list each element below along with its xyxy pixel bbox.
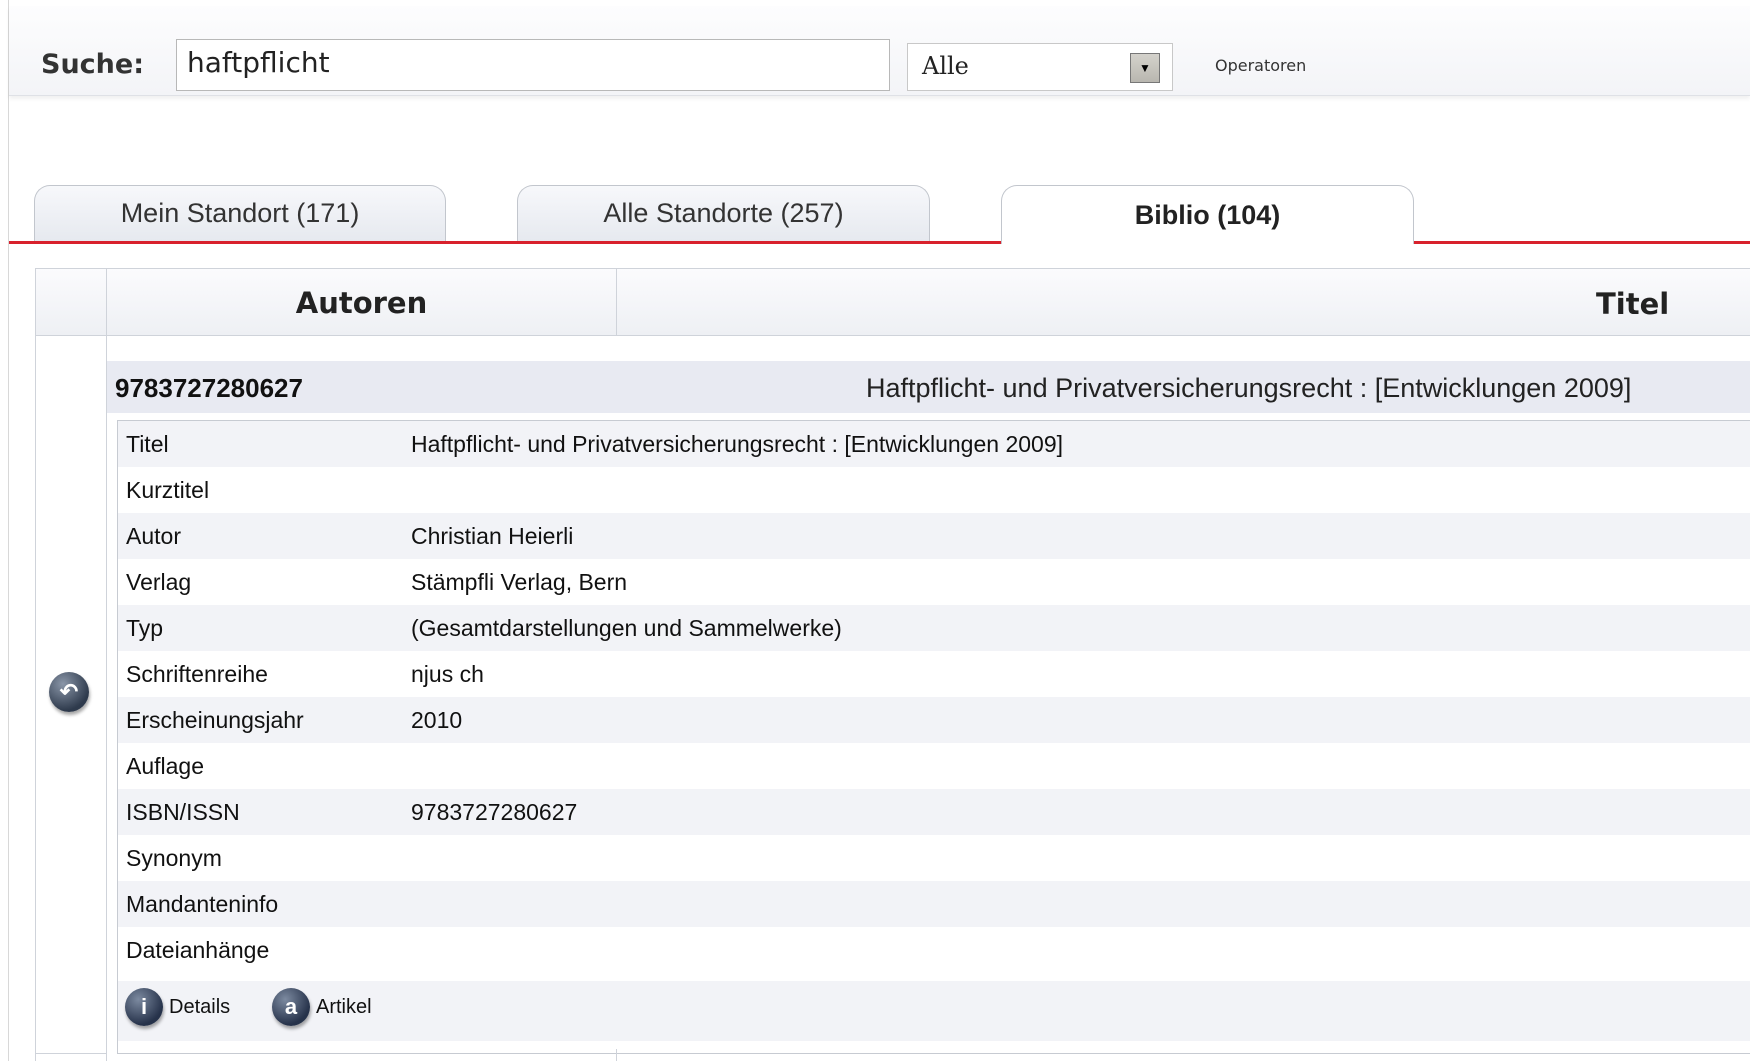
detail-value: njus ch (411, 661, 484, 687)
results-table: Autoren Titel ↶ 9783727280627 Haftpflich… (35, 268, 1750, 1061)
tab-alle-standorte[interactable]: Alle Standorte (257) (517, 185, 930, 241)
column-divider-bottom (616, 1049, 617, 1061)
search-label: Suche: (41, 49, 145, 80)
record-id: 9783727280627 (115, 373, 303, 403)
detail-value: Christian Heierli (411, 523, 574, 549)
detail-value: (Gesamtdarstellungen und Sammelwerke) (411, 615, 842, 641)
article-button[interactable]: a Artikel (272, 988, 372, 1032)
page-left-border (8, 0, 9, 1061)
row-gutter (36, 269, 107, 1061)
detail-row-erscheinungsjahr: Erscheinungsjahr 2010 (118, 697, 1750, 743)
detail-row-schriftenreihe: Schriftenreihe njus ch (118, 651, 1750, 697)
detail-row-titel: Titel Haftpflicht- und Privatversicherun… (118, 421, 1750, 467)
detail-value: 9783727280627 (411, 799, 578, 825)
details-button[interactable]: i Details (125, 988, 230, 1032)
detail-label: Verlag (126, 569, 192, 595)
detail-row-synonym: Synonym (118, 835, 1750, 881)
record-header-row[interactable]: 9783727280627 Haftpflicht- und Privatver… (107, 361, 1750, 413)
column-divider (616, 269, 617, 336)
detail-row-autor: Autor Christian Heierli (118, 513, 1750, 559)
record-actions: i Details a Artikel (118, 981, 1750, 1041)
info-icon: i (125, 988, 163, 1026)
tab-mein-standort[interactable]: Mein Standort (171) (34, 185, 446, 241)
detail-row-auflage: Auflage (118, 743, 1750, 789)
detail-row-verlag: Verlag Stämpfli Verlag, Bern (118, 559, 1750, 605)
detail-label: Auflage (126, 753, 205, 779)
column-header-title[interactable]: Titel (1596, 287, 1669, 321)
search-bar: Suche: haftpflicht Alle ▼ Operatoren (9, 6, 1750, 96)
scope-select-value: Alle (922, 52, 969, 80)
gutter-bottom-border (36, 1053, 107, 1054)
detail-label: ISBN/ISSN (126, 799, 240, 825)
record-title: Haftpflicht- und Privatversicherungsrech… (866, 373, 1632, 403)
detail-row-mandanteninfo: Mandanteninfo (118, 881, 1750, 927)
detail-row-isbn: ISBN/ISSN 9783727280627 (118, 789, 1750, 835)
detail-value: Haftpflicht- und Privatversicherungsrech… (411, 431, 1063, 457)
chevron-down-icon[interactable]: ▼ (1130, 53, 1160, 83)
article-label: Artikel (316, 996, 372, 1018)
result-tabs: Mein Standort (171) Alle Standorte (257)… (9, 185, 1750, 244)
details-label: Details (169, 996, 231, 1018)
tab-underline (9, 241, 1750, 244)
detail-label: Dateianhänge (126, 937, 270, 963)
tab-biblio[interactable]: Biblio (104) (1001, 185, 1414, 244)
detail-label: Titel (126, 431, 169, 457)
detail-row-kurztitel: Kurztitel (118, 467, 1750, 513)
search-input[interactable]: haftpflicht (176, 39, 890, 91)
detail-label: Synonym (126, 845, 222, 871)
detail-label: Erscheinungsjahr (126, 707, 304, 733)
detail-label: Typ (126, 615, 164, 641)
article-a-icon: a (272, 988, 310, 1026)
collapse-back-icon[interactable]: ↶ (49, 672, 89, 712)
record-details: Titel Haftpflicht- und Privatversicherun… (117, 420, 1750, 1054)
detail-value: 2010 (411, 707, 463, 733)
detail-label: Mandanteninfo (126, 891, 279, 917)
detail-row-dateianhaenge: Dateianhänge (118, 927, 1750, 973)
column-header-authors[interactable]: Autoren (107, 269, 616, 336)
detail-value: Stämpfli Verlag, Bern (411, 569, 628, 595)
operators-link[interactable]: Operatoren (1215, 56, 1306, 75)
detail-label: Autor (126, 523, 181, 549)
detail-label: Kurztitel (126, 477, 210, 503)
detail-row-typ: Typ (Gesamtdarstellungen und Sammelwerke… (118, 605, 1750, 651)
detail-label: Schriftenreihe (126, 661, 268, 687)
scope-select[interactable]: Alle ▼ (907, 43, 1173, 91)
